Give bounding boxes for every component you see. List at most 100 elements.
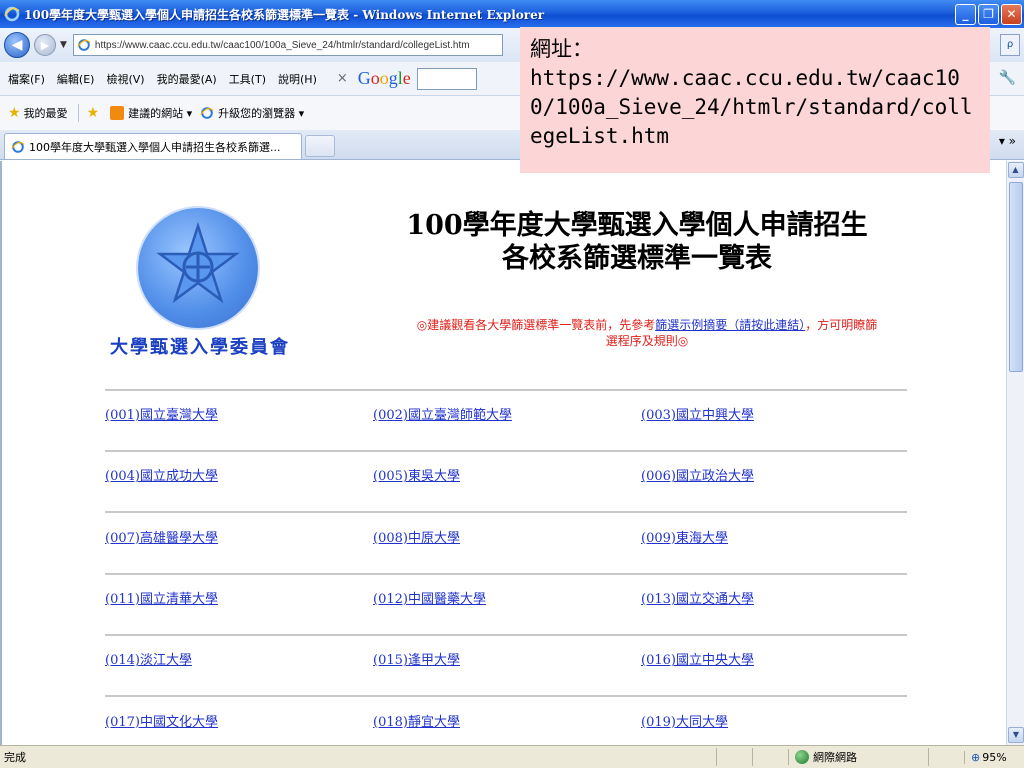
- university-row: (014)淡江大學 (015)逢甲大學 (016)國立中央大學: [105, 649, 907, 669]
- tab-ie-icon: [11, 140, 25, 153]
- url-annotation-text: https://www.caac.ccu.edu.tw/caac100/100a…: [530, 66, 973, 148]
- university-link[interactable]: (006)國立政治大學: [641, 465, 754, 484]
- status-cell: [752, 748, 788, 766]
- tab-title: 100學年度大學甄選入學個人申請招生各校系篩選...: [29, 140, 281, 154]
- university-link[interactable]: (001)國立臺灣大學: [105, 404, 218, 423]
- university-link[interactable]: (014)淡江大學: [105, 649, 192, 668]
- menu-tools[interactable]: 工具(T): [223, 71, 272, 87]
- university-link[interactable]: (017)中國文化大學: [105, 711, 218, 730]
- url-annotation: 網址： https://www.caac.ccu.edu.tw/caac100/…: [520, 27, 990, 173]
- scroll-thumb[interactable]: [1008, 182, 1023, 372]
- search-button[interactable]: ρ: [1000, 34, 1020, 56]
- scroll-down-icon[interactable]: ▼: [1008, 727, 1024, 743]
- university-row: (011)國立清華大學 (012)中國醫藥大學 (013)國立交通大學: [105, 588, 907, 608]
- add-favorite-button[interactable]: ★: [87, 105, 103, 121]
- upgrade-browser-button[interactable]: 升級您的瀏覽器 ▾: [200, 105, 304, 121]
- row-divider: [105, 633, 907, 636]
- add-favorite-star-icon: ★: [86, 105, 100, 121]
- google-close-icon[interactable]: ×: [337, 71, 348, 86]
- forward-button[interactable]: ▶: [34, 34, 56, 56]
- university-row: (001)國立臺灣大學 (002)國立臺灣師範大學 (003)國立中興大學: [105, 404, 907, 424]
- minimize-button[interactable]: _: [955, 3, 976, 25]
- university-row: (007)高雄醫學大學 (008)中原大學 (009)東海大學: [105, 527, 907, 547]
- row-divider: [105, 695, 907, 698]
- university-link[interactable]: (003)國立中興大學: [641, 404, 754, 423]
- university-link[interactable]: (016)國立中央大學: [641, 649, 754, 668]
- back-button[interactable]: ◀: [4, 32, 30, 58]
- page-title: 100學年度大學甄選入學個人申請招生 各校系篩選標準一覽表: [372, 209, 902, 275]
- university-link[interactable]: (011)國立清華大學: [105, 588, 218, 607]
- close-button[interactable]: ✕: [1001, 3, 1022, 25]
- wrench-icon[interactable]: 🔧: [999, 70, 1016, 86]
- url-annotation-label: 網址：: [530, 37, 593, 61]
- my-favorites-button[interactable]: ★ 我的最愛: [8, 105, 68, 121]
- university-row: (017)中國文化大學 (018)靜宜大學 (019)大同大學: [105, 711, 907, 731]
- university-link[interactable]: (013)國立交通大學: [641, 588, 754, 607]
- committee-name: 大學甄選入學委員會: [110, 337, 290, 358]
- row-divider: [105, 511, 907, 514]
- star-emblem-icon: [156, 222, 240, 304]
- vertical-scrollbar[interactable]: ▲ ▼: [1006, 161, 1024, 745]
- university-link[interactable]: (012)中國醫藥大學: [373, 588, 486, 607]
- university-link[interactable]: (018)靜宜大學: [373, 711, 460, 730]
- university-link[interactable]: (004)國立成功大學: [105, 465, 218, 484]
- university-link[interactable]: (019)大同大學: [641, 711, 728, 730]
- notice-text: ◎建議觀看各大學篩選標準一覽表前，先參考篩選示例摘要（請按此連結），方可明瞭篩選…: [412, 317, 882, 349]
- row-divider: [105, 572, 907, 575]
- window-title: 100學年度大學甄選入學個人申請招生各校系篩選標準一覽表 - Windows I…: [24, 7, 545, 22]
- university-link[interactable]: (005)東吳大學: [373, 465, 460, 484]
- university-link[interactable]: (008)中原大學: [373, 527, 460, 546]
- tab-active[interactable]: 100學年度大學甄選入學個人申請招生各校系篩選...: [4, 133, 302, 159]
- google-logo: Google: [357, 68, 411, 88]
- suggested-sites-button[interactable]: 建議的網站 ▾: [110, 105, 192, 121]
- menu-help[interactable]: 說明(H): [272, 71, 323, 87]
- page-ie-icon: [77, 39, 91, 51]
- favorites-separator: [77, 104, 79, 122]
- university-link[interactable]: (009)東海大學: [641, 527, 728, 546]
- security-zone[interactable]: 網際網路: [788, 749, 928, 765]
- scroll-up-icon[interactable]: ▲: [1007, 162, 1024, 178]
- protected-mode-cell[interactable]: [928, 748, 964, 766]
- menu-view[interactable]: 檢視(V): [100, 71, 150, 87]
- upgrade-browser-label: 升級您的瀏覽器 ▾: [218, 107, 305, 120]
- browser-window: 100學年度大學甄選入學個人申請招生各校系篩選標準一覽表 - Windows I…: [0, 0, 1024, 768]
- address-input[interactable]: https://www.caac.ccu.edu.tw/caac100/100a…: [72, 34, 503, 56]
- menu-edit[interactable]: 編輯(E): [51, 71, 101, 87]
- menu-favorites[interactable]: 我的最愛(A): [151, 71, 223, 87]
- suggested-sites-label: 建議的網站 ▾: [128, 107, 193, 120]
- toolbar-overflow-icon[interactable]: ▾ »: [999, 134, 1016, 148]
- globe-icon: [795, 750, 809, 764]
- history-dropdown-icon[interactable]: ▼: [60, 40, 67, 50]
- committee-logo: [138, 208, 258, 328]
- row-divider: [105, 450, 907, 452]
- star-icon: ★: [8, 105, 21, 121]
- upgrade-ie-icon: [200, 107, 214, 119]
- security-zone-label: 網際網路: [813, 751, 857, 764]
- back-arrow-icon: ◀: [11, 37, 23, 53]
- status-text: 完成: [4, 751, 26, 764]
- status-cell: [716, 748, 752, 766]
- university-link[interactable]: (002)國立臺灣師範大學: [373, 404, 512, 423]
- zoom-control[interactable]: ⊕ 95%: [964, 750, 1024, 764]
- address-text: https://www.caac.ccu.edu.tw/caac100/100a…: [94, 39, 470, 51]
- notice-before: ◎建議觀看各大學篩選標準一覽表前，先參考: [416, 318, 656, 332]
- zoom-icon: ⊕: [971, 750, 981, 764]
- notice-link[interactable]: 篩選示例摘要（請按此連結）: [655, 318, 805, 332]
- university-row: (004)國立成功大學 (005)東吳大學 (006)國立政治大學: [105, 465, 907, 485]
- title-bar: 100學年度大學甄選入學個人申請招生各校系篩選標準一覽表 - Windows I…: [0, 0, 1024, 28]
- new-tab-button[interactable]: [305, 135, 335, 157]
- google-toolbar: × Google: [337, 67, 477, 90]
- page-title-line2: 各校系篩選標準一覽表: [502, 243, 772, 274]
- menu-file[interactable]: 檔案(F): [0, 71, 51, 87]
- page-content: 大學甄選入學委員會 100學年度大學甄選入學個人申請招生 各校系篩選標準一覽表 …: [0, 161, 1006, 745]
- university-link[interactable]: (007)高雄醫學大學: [105, 527, 218, 546]
- suggested-sites-icon: [110, 106, 125, 120]
- zoom-label: 95%: [982, 750, 1007, 764]
- row-divider: [105, 389, 907, 391]
- page-title-line1: 100學年度大學甄選入學個人申請招生: [406, 210, 868, 241]
- status-bar: 完成 網際網路 ⊕ 95%: [0, 745, 1024, 768]
- university-link[interactable]: (015)逢甲大學: [373, 649, 460, 668]
- my-favorites-label: 我的最愛: [23, 107, 68, 120]
- maximize-button[interactable]: ❐: [978, 3, 999, 25]
- google-search-input[interactable]: [416, 67, 477, 90]
